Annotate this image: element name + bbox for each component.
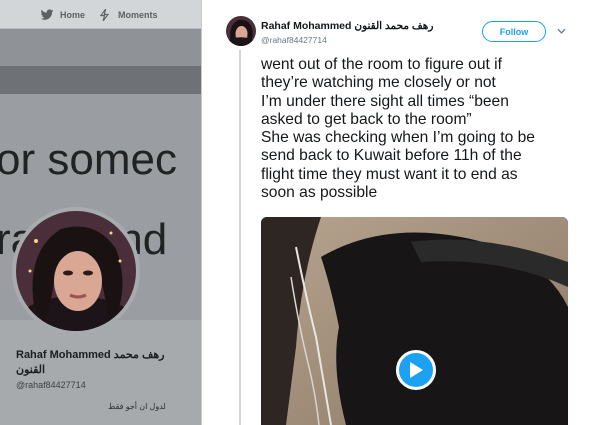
play-icon [410,362,423,378]
tweet-line: She was checking when I’m going to be [261,129,535,147]
profile-handle: @rahaf84427714 [16,380,86,390]
tweet-line: send back to Kuwait before 11h of the [261,147,522,165]
nav-moments[interactable]: Moments [98,8,158,22]
home-bird-icon [40,9,54,20]
lightning-icon [99,8,110,22]
tweet-line: they’re watching me closely or not [261,74,496,92]
tweet-line: went out of the room to figure out if [261,56,502,73]
nav-home[interactable]: Home [40,8,85,22]
follow-button[interactable]: Follow [482,21,546,42]
video-player[interactable] [261,217,568,425]
tweet-text: went out of the room to figure out if th… [261,56,581,202]
tweet-author-avatar[interactable] [226,16,256,46]
play-button[interactable] [396,350,436,390]
profile-name: Rahaf Mohammed رهف محمد القنون [16,349,165,376]
profile-bio: لدول ان أجو فقط [108,402,166,411]
profile-avatar[interactable] [12,207,140,335]
chevron-down-icon[interactable] [557,28,566,34]
tweet-card: Rahaf Mohammed رهف محمد القنون @rahaf844… [201,0,600,425]
tweet-line: I’m under there sight all times “been [261,92,509,110]
nav-home-label: Home [60,10,86,20]
tweet-author-name[interactable]: Rahaf Mohammed رهف محمد القنون [261,20,433,32]
video-thumbnail [261,217,568,425]
tweet-line: soon as possible [261,184,378,202]
tweet-line: asked to get back to the room” [261,110,472,128]
banner-line-1: or somec [0,135,177,184]
tweet-author-handle[interactable]: @rahaf84427714 [261,35,327,45]
thread-line [239,50,241,425]
tweet-line: flight time they must want it to end as [261,165,518,183]
avatar-photo [16,211,136,331]
nav-moments-label: Moments [118,10,158,20]
